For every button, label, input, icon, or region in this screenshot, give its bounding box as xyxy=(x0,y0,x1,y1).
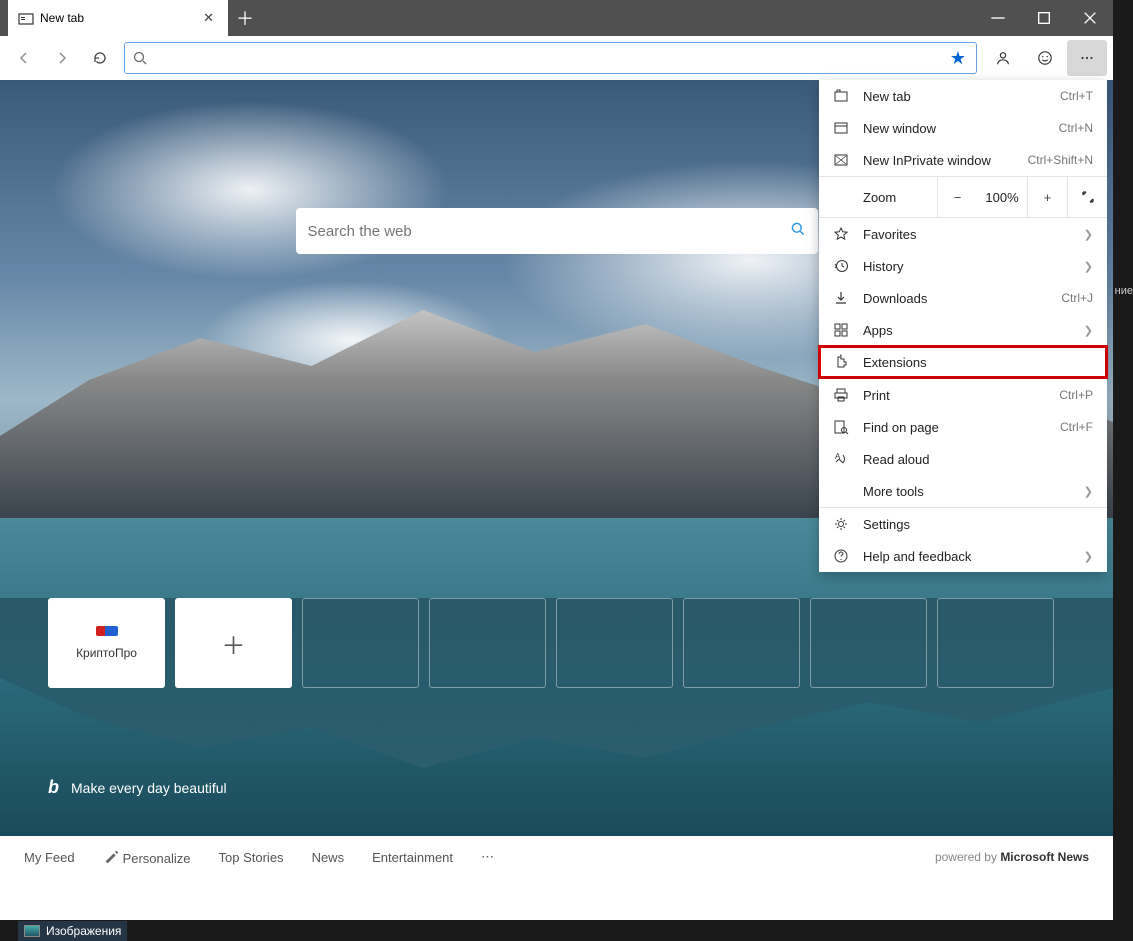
chevron-right-icon: ❯ xyxy=(1084,324,1093,337)
tile-add-button[interactable]: ＋ xyxy=(175,598,292,688)
read-aloud-icon: A xyxy=(833,451,849,467)
new-tab-icon xyxy=(833,88,849,104)
menu-new-window[interactable]: New window Ctrl+N xyxy=(819,112,1107,144)
tab-title: New tab xyxy=(40,11,191,25)
pictures-folder-icon xyxy=(24,925,40,937)
chevron-right-icon: ❯ xyxy=(1084,260,1093,273)
extensions-icon xyxy=(833,354,849,370)
menu-print[interactable]: Print Ctrl+P xyxy=(819,379,1107,411)
powered-by: powered by Microsoft News xyxy=(935,850,1089,864)
tab-strip: New tab ✕ ＋ xyxy=(0,0,975,36)
help-icon xyxy=(833,548,849,564)
menu-settings[interactable]: Settings xyxy=(819,508,1107,540)
menu-downloads[interactable]: Downloads Ctrl+J xyxy=(819,282,1107,314)
tile-empty[interactable] xyxy=(302,598,419,688)
menu-history[interactable]: History ❯ xyxy=(819,250,1107,282)
tab-active[interactable]: New tab ✕ xyxy=(8,0,228,36)
inprivate-icon xyxy=(833,152,849,168)
menu-zoom: Zoom − 100% + xyxy=(819,177,1107,217)
apps-icon xyxy=(833,322,849,338)
footer-more-icon[interactable]: ⋯ xyxy=(481,849,494,865)
search-icon xyxy=(131,50,149,66)
footer-entertainment[interactable]: Entertainment xyxy=(372,850,453,865)
download-icon xyxy=(833,290,849,306)
menu-more-tools[interactable]: More tools ❯ xyxy=(819,475,1107,507)
background-window-peek: ние xyxy=(1113,80,1133,919)
bing-tagline: b Make every day beautiful xyxy=(48,777,227,798)
tile-empty[interactable] xyxy=(810,598,927,688)
maximize-button[interactable] xyxy=(1021,0,1067,36)
close-window-button[interactable] xyxy=(1067,0,1113,36)
menu-new-inprivate[interactable]: New InPrivate window Ctrl+Shift+N xyxy=(819,144,1107,176)
tile-empty[interactable] xyxy=(937,598,1054,688)
refresh-button[interactable] xyxy=(82,40,118,76)
titlebar: New tab ✕ ＋ xyxy=(0,0,1113,36)
zoom-value: 100% xyxy=(977,190,1027,205)
overflow-menu: New tab Ctrl+T New window Ctrl+N New InP… xyxy=(819,80,1107,572)
history-icon xyxy=(833,258,849,274)
menu-new-tab[interactable]: New tab Ctrl+T xyxy=(819,80,1107,112)
star-icon xyxy=(833,226,849,242)
favorite-star-icon[interactable]: ★ xyxy=(946,48,970,69)
quick-tiles: КриптоПро ＋ xyxy=(48,598,1054,688)
more-menu-button[interactable] xyxy=(1067,40,1107,76)
back-button[interactable] xyxy=(6,40,42,76)
search-submit-icon[interactable] xyxy=(790,221,806,242)
browser-window: New tab ✕ ＋ ★ xyxy=(0,0,1113,920)
profile-button[interactable] xyxy=(983,40,1023,76)
chevron-right-icon: ❯ xyxy=(1084,228,1093,241)
web-search-input[interactable] xyxy=(308,223,790,240)
taskbar-label: Изображения xyxy=(46,924,121,938)
zoom-out-button[interactable]: − xyxy=(937,177,977,217)
chevron-right-icon: ❯ xyxy=(1084,485,1093,498)
footer-topstories[interactable]: Top Stories xyxy=(219,850,284,865)
fullscreen-button[interactable] xyxy=(1067,177,1107,217)
window-controls xyxy=(975,0,1113,36)
tile-empty[interactable] xyxy=(683,598,800,688)
feedback-smiley-icon[interactable] xyxy=(1025,40,1065,76)
menu-favorites[interactable]: Favorites ❯ xyxy=(819,218,1107,250)
gear-icon xyxy=(833,516,849,532)
minimize-button[interactable] xyxy=(975,0,1021,36)
menu-read-aloud[interactable]: A Read aloud xyxy=(819,443,1107,475)
tile-logo-icon xyxy=(96,626,118,636)
address-bar[interactable]: ★ xyxy=(124,42,977,74)
svg-text:A: A xyxy=(835,452,841,461)
zoom-in-button[interactable]: + xyxy=(1027,177,1067,217)
tile-empty[interactable] xyxy=(429,598,546,688)
tile-cryptopro[interactable]: КриптоПро xyxy=(48,598,165,688)
taskbar-item[interactable]: Изображения xyxy=(18,921,127,941)
footer-myfeed[interactable]: My Feed xyxy=(24,850,75,865)
chevron-right-icon: ❯ xyxy=(1084,550,1093,563)
toolbar: ★ xyxy=(0,36,1113,80)
forward-button[interactable] xyxy=(44,40,80,76)
tile-empty[interactable] xyxy=(556,598,673,688)
new-tab-button[interactable]: ＋ xyxy=(228,0,262,36)
tab-close-icon[interactable]: ✕ xyxy=(199,8,218,28)
bing-logo-icon: b xyxy=(48,777,59,798)
menu-apps[interactable]: Apps ❯ xyxy=(819,314,1107,346)
tagline-text: Make every day beautiful xyxy=(71,780,227,796)
menu-extensions[interactable]: Extensions xyxy=(819,346,1107,378)
footer-personalize[interactable]: Personalize xyxy=(103,848,191,866)
menu-help[interactable]: Help and feedback ❯ xyxy=(819,540,1107,572)
print-icon xyxy=(833,387,849,403)
tile-label: КриптоПро xyxy=(76,646,137,660)
new-window-icon xyxy=(833,120,849,136)
footer-news[interactable]: News xyxy=(312,850,345,865)
address-input[interactable] xyxy=(149,50,946,66)
menu-find[interactable]: Find on page Ctrl+F xyxy=(819,411,1107,443)
tab-page-icon xyxy=(18,11,32,25)
find-icon xyxy=(833,419,849,435)
web-search-box[interactable] xyxy=(296,208,818,254)
news-footer: My Feed Personalize Top Stories News Ent… xyxy=(0,836,1113,878)
